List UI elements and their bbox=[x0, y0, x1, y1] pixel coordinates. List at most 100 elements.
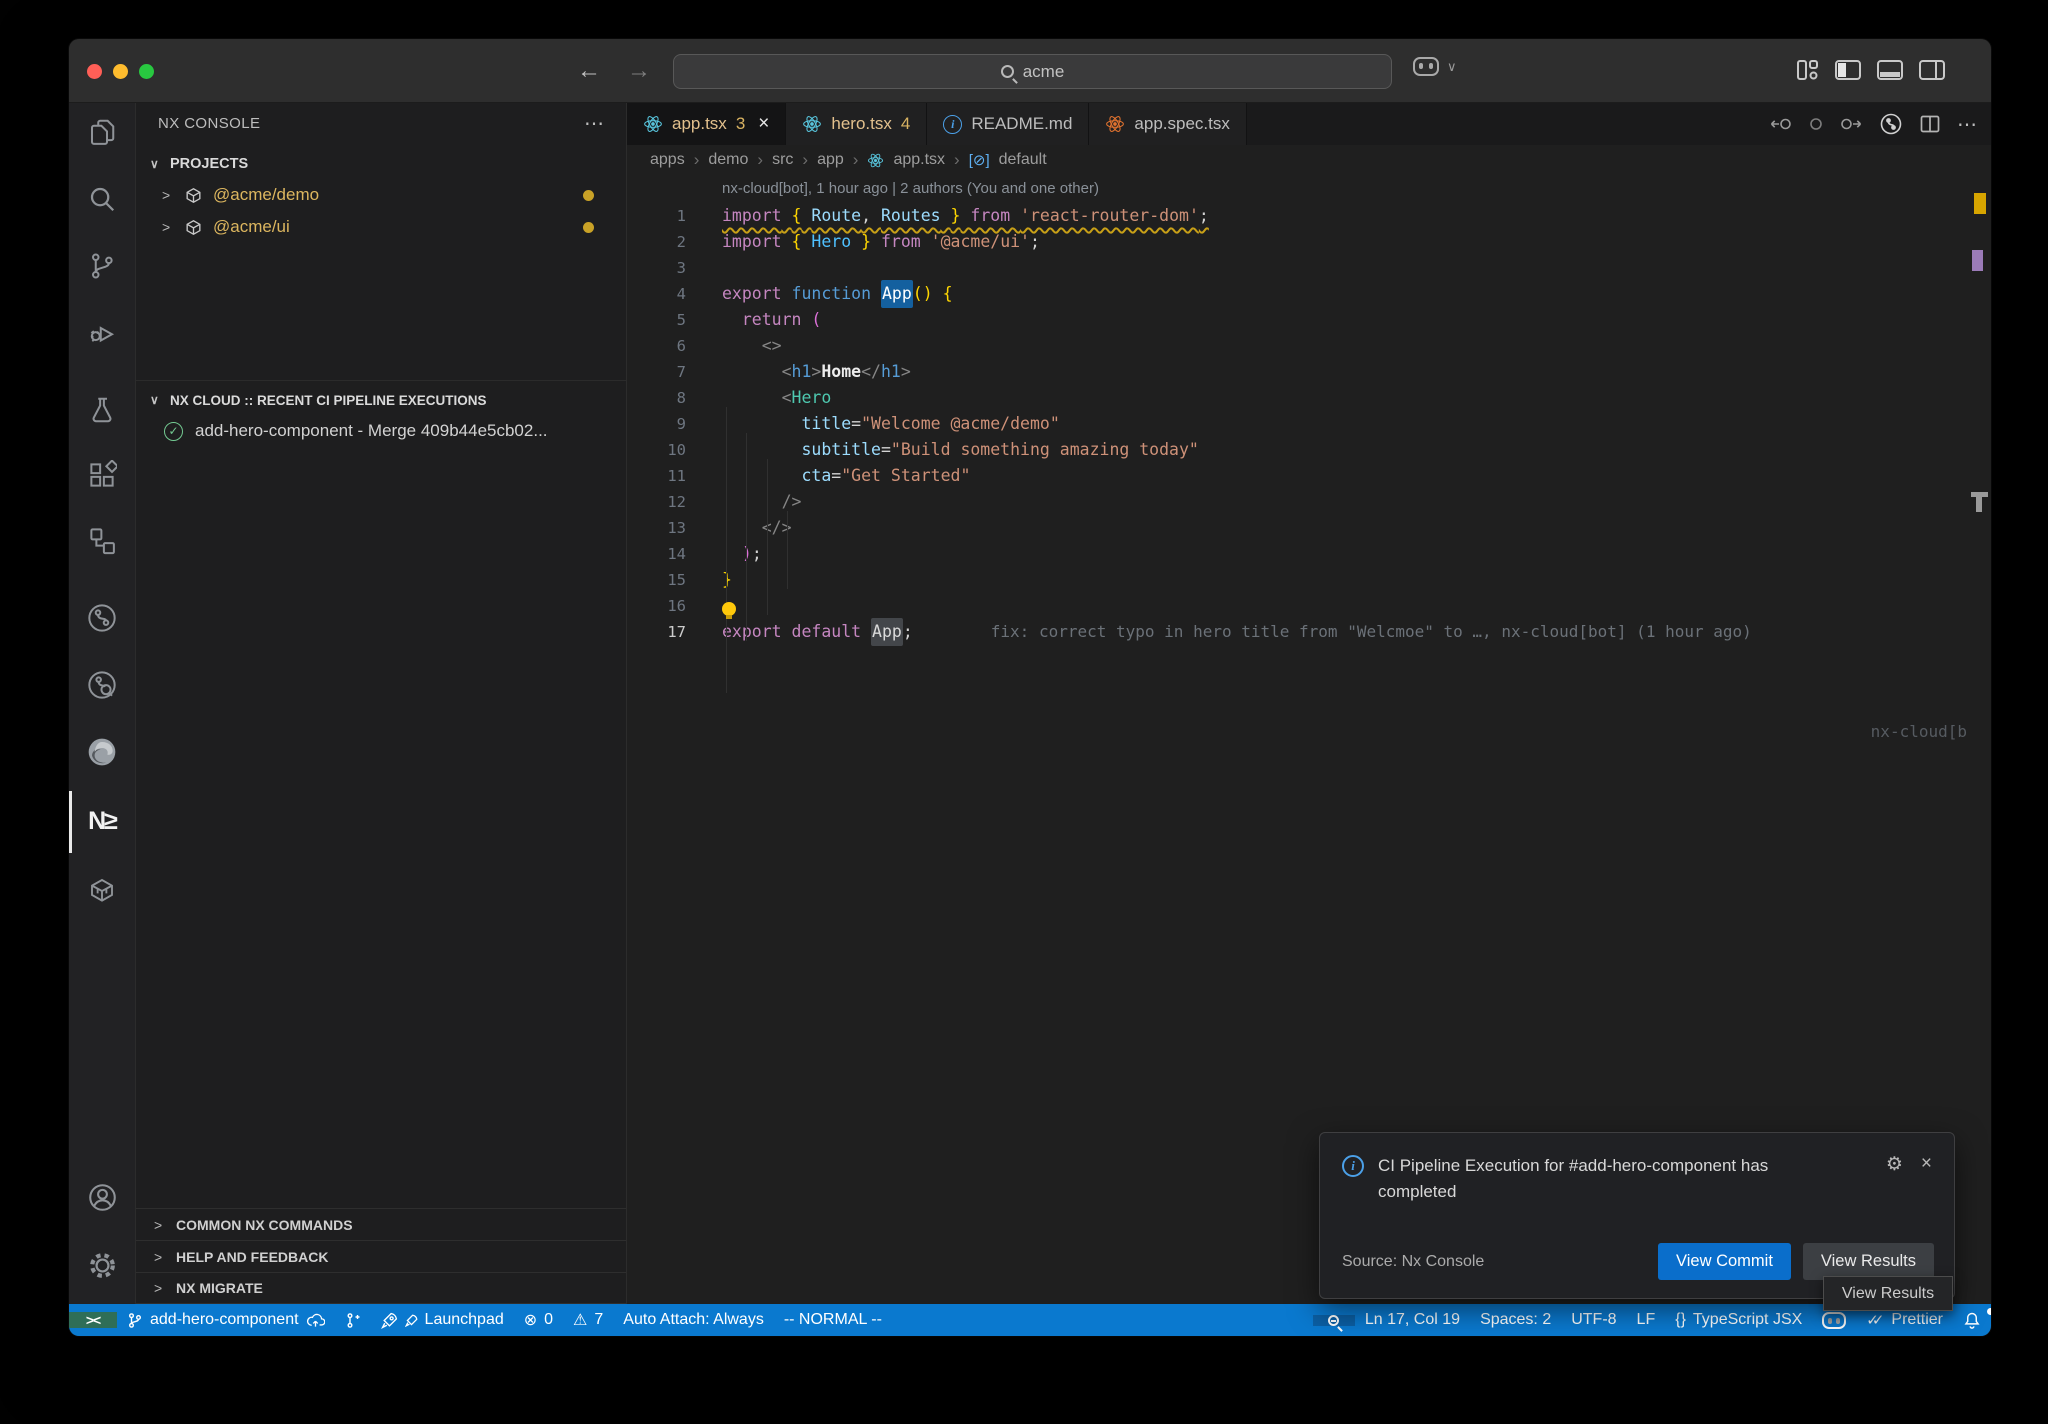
history-back-button[interactable]: ← bbox=[577, 57, 601, 85]
code-line[interactable]: 11 cta="Get Started" bbox=[627, 463, 1991, 489]
symbol-icon: [⊘] bbox=[969, 151, 990, 169]
encoding-item[interactable]: UTF-8 bbox=[1561, 1311, 1626, 1329]
formatter-item[interactable]: ✓✓ Prettier bbox=[1856, 1311, 1953, 1329]
tab-readme-md[interactable]: i README.md bbox=[927, 103, 1089, 145]
tab-app-tsx[interactable]: app.tsx 3 × bbox=[627, 103, 786, 145]
code-line[interactable]: 2import { Hero } from '@acme/ui'; bbox=[627, 229, 1991, 255]
breadcrumb-item[interactable]: app.tsx bbox=[893, 151, 945, 169]
toggle-primary-sidebar-button[interactable] bbox=[1835, 59, 1861, 81]
settings-gear-icon[interactable] bbox=[78, 1241, 126, 1289]
vim-mode-item[interactable]: -- NORMAL -- bbox=[774, 1311, 892, 1329]
nx-console-icon[interactable]: N≥ bbox=[78, 797, 126, 845]
code-line[interactable]: 16 bbox=[627, 593, 1991, 619]
remote-indicator[interactable]: >< bbox=[69, 1312, 117, 1328]
project-item-acme-demo[interactable]: > @acme/demo bbox=[136, 179, 626, 211]
section-nx-migrate[interactable]: > NX MIGRATE bbox=[136, 1272, 626, 1304]
gitlens-inspect-icon[interactable] bbox=[78, 661, 126, 709]
chevron-right-icon: > bbox=[154, 1217, 166, 1233]
toggle-panel-button[interactable] bbox=[1877, 59, 1903, 81]
lightbulb-icon[interactable] bbox=[722, 602, 736, 616]
projects-section-header[interactable]: ∨ PROJECTS bbox=[136, 149, 626, 179]
language-mode-item[interactable]: {} TypeScript JSX bbox=[1665, 1311, 1812, 1329]
minimize-window-button[interactable] bbox=[113, 64, 128, 79]
copilot-status-item[interactable] bbox=[1812, 1312, 1856, 1329]
overview-ruler[interactable] bbox=[1969, 103, 1991, 1304]
code-line[interactable]: 8 <Hero bbox=[627, 385, 1991, 411]
references-view-icon[interactable] bbox=[78, 516, 126, 564]
project-item-acme-ui[interactable]: > @acme/ui bbox=[136, 211, 626, 243]
notification-settings-gear-icon[interactable]: ⚙ bbox=[1886, 1153, 1903, 1206]
code-line[interactable]: 3 bbox=[627, 255, 1991, 281]
section-help-and-feedback[interactable]: > HELP AND FEEDBACK bbox=[136, 1240, 626, 1272]
section-common-nx-commands[interactable]: > COMMON NX COMMANDS bbox=[136, 1208, 626, 1240]
code-line[interactable]: 5 return ( bbox=[627, 307, 1991, 333]
tab-label: README.md bbox=[971, 114, 1072, 134]
git-branch-item[interactable]: add-hero-component bbox=[117, 1311, 335, 1329]
notification-close-icon[interactable]: × bbox=[1921, 1153, 1932, 1206]
code-line[interactable]: 1import { Route, Routes } from 'react-ro… bbox=[627, 203, 1991, 229]
nx-cloud-section: ∨ NX CLOUD :: RECENT CI PIPELINE EXECUTI… bbox=[136, 380, 626, 447]
source-control-icon[interactable] bbox=[78, 242, 126, 290]
breadcrumb-item[interactable]: demo bbox=[708, 151, 748, 169]
toggle-secondary-sidebar-button[interactable] bbox=[1919, 59, 1945, 81]
code-line[interactable]: 12 /> bbox=[627, 489, 1991, 515]
line-number: 11 bbox=[627, 463, 686, 489]
breadcrumb-item[interactable]: src bbox=[772, 151, 793, 169]
code-line[interactable]: 13 </> bbox=[627, 515, 1991, 541]
testing-icon[interactable] bbox=[78, 386, 126, 434]
extensions-icon[interactable] bbox=[78, 451, 126, 499]
zoom-indicator[interactable] bbox=[1313, 1315, 1355, 1326]
containers-icon[interactable] bbox=[78, 866, 126, 914]
commit-graph-button[interactable] bbox=[1879, 112, 1903, 136]
breadcrumb[interactable]: apps › demo › src › app › app.tsx › [⊘] … bbox=[627, 145, 1991, 175]
split-editor-button[interactable] bbox=[1920, 115, 1940, 133]
change-indicator-button[interactable] bbox=[1809, 117, 1823, 131]
check-circle-icon: ✓ bbox=[164, 422, 183, 441]
ruler-cursor-mark bbox=[1976, 497, 1982, 512]
view-commit-button[interactable]: View Commit bbox=[1658, 1243, 1791, 1280]
edge-browser-icon[interactable] bbox=[78, 728, 126, 776]
breadcrumb-item[interactable]: default bbox=[999, 151, 1047, 169]
breadcrumb-item[interactable]: apps bbox=[650, 151, 685, 169]
code-line[interactable]: 15} bbox=[627, 567, 1991, 593]
copilot-menu[interactable]: ∨ bbox=[1413, 57, 1457, 76]
breadcrumb-item[interactable]: app bbox=[817, 151, 844, 169]
close-tab-icon[interactable]: × bbox=[758, 113, 769, 135]
gitlens-icon[interactable] bbox=[78, 594, 126, 642]
account-icon[interactable] bbox=[78, 1173, 126, 1221]
line-number: 13 bbox=[627, 515, 686, 541]
tab-hero-tsx[interactable]: hero.tsx 4 bbox=[786, 103, 927, 145]
code-line[interactable]: 9 title="Welcome @acme/demo" bbox=[627, 411, 1991, 437]
code-line[interactable]: 4export function App() { bbox=[627, 281, 1991, 307]
code-line[interactable]: 17export default App;fix: correct typo i… bbox=[627, 619, 1991, 645]
notifications-bell[interactable] bbox=[1953, 1311, 1991, 1330]
command-center-search[interactable]: acme bbox=[673, 54, 1392, 89]
explorer-icon[interactable] bbox=[78, 108, 126, 156]
pipeline-execution-item[interactable]: ✓ add-hero-component - Merge 409b44e5cb0… bbox=[136, 415, 626, 447]
tab-app-spec-tsx[interactable]: app.spec.tsx bbox=[1089, 103, 1246, 145]
auto-attach-item[interactable]: Auto Attach: Always bbox=[613, 1311, 774, 1329]
previous-change-button[interactable] bbox=[1770, 116, 1792, 132]
sidebar-more-actions-icon[interactable]: ⋯ bbox=[584, 111, 604, 136]
view-results-button[interactable]: View Results bbox=[1803, 1243, 1934, 1280]
cursor-position-item[interactable]: Ln 17, Col 19 bbox=[1355, 1311, 1470, 1329]
next-change-button[interactable] bbox=[1840, 116, 1862, 132]
nx-cloud-section-header[interactable]: ∨ NX CLOUD :: RECENT CI PIPELINE EXECUTI… bbox=[136, 385, 626, 415]
error-icon: ⊗ bbox=[524, 1310, 537, 1330]
code-line[interactable]: 10 subtitle="Build something amazing tod… bbox=[627, 437, 1991, 463]
maximize-window-button[interactable] bbox=[139, 64, 154, 79]
launchpad-item[interactable]: Launchpad bbox=[371, 1311, 514, 1329]
close-window-button[interactable] bbox=[87, 64, 102, 79]
chevron-down-icon: ∨ bbox=[150, 157, 162, 171]
run-debug-icon[interactable] bbox=[78, 309, 126, 357]
eol-item[interactable]: LF bbox=[1627, 1311, 1666, 1329]
code-line[interactable]: 7 <h1>Home</h1> bbox=[627, 359, 1991, 385]
search-view-icon[interactable] bbox=[78, 175, 126, 223]
problems-item[interactable]: ⊗ 0 ⚠ 7 bbox=[514, 1310, 614, 1330]
history-forward-button[interactable]: → bbox=[627, 57, 651, 85]
code-line[interactable]: 14 ); bbox=[627, 541, 1991, 567]
customize-layout-button[interactable] bbox=[1796, 59, 1819, 81]
code-line[interactable]: 6 <> bbox=[627, 333, 1991, 359]
source-control-status-icon[interactable] bbox=[335, 1312, 371, 1329]
indentation-item[interactable]: Spaces: 2 bbox=[1470, 1311, 1561, 1329]
